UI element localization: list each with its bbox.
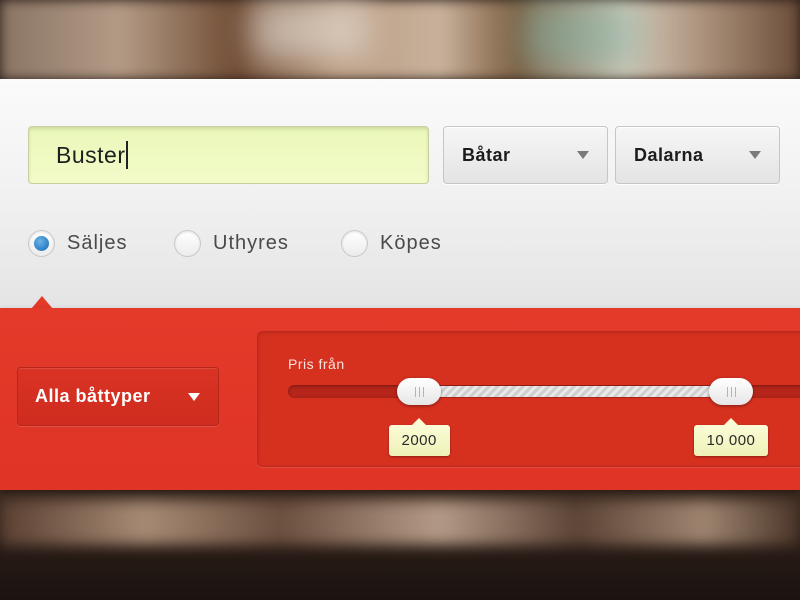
grip-line [730, 386, 732, 397]
radio-kopes[interactable]: Köpes [341, 229, 442, 257]
grip-line [422, 386, 424, 397]
grip-line [726, 386, 728, 397]
price-max-handle[interactable] [709, 378, 753, 405]
category-dropdown[interactable]: Båtar [443, 126, 608, 184]
radio-button-icon [341, 229, 368, 257]
grip-line [734, 386, 736, 397]
chevron-down-icon [577, 151, 589, 159]
grip-line [414, 386, 416, 397]
grip-line [418, 386, 420, 397]
radio-button-selected-icon [28, 229, 55, 257]
radio-saljes[interactable]: Säljes [28, 229, 127, 257]
price-min-value: 2000 [388, 418, 450, 456]
region-dropdown-value: Dalarna [634, 144, 704, 165]
price-range-label: Pris från [288, 356, 345, 372]
price-range-filter: Pris från 2000 10 000 [257, 331, 800, 467]
price-slider-range-fill [419, 386, 731, 397]
price-max-value: 10 000 [693, 418, 769, 456]
region-dropdown[interactable]: Dalarna [615, 126, 780, 184]
boat-type-label: Alla båttyper [35, 386, 151, 406]
category-dropdown-value: Båtar [462, 144, 511, 165]
search-query-text: Buster [56, 141, 126, 168]
boat-type-dropdown[interactable]: Alla båttyper [17, 367, 219, 426]
radio-label: Köpes [380, 231, 442, 254]
chevron-down-icon [188, 393, 200, 401]
text-caret [126, 141, 129, 169]
filter-bar: Alla båttyper Pris från 2000 10 000 [0, 308, 800, 490]
radio-label: Uthyres [213, 231, 289, 254]
radio-button-icon [174, 229, 201, 257]
search-panel: Buster Båtar Dalarna Säljes Uthyres Köpe… [0, 79, 800, 309]
chevron-down-icon [749, 151, 761, 159]
search-input[interactable]: Buster [28, 126, 429, 184]
price-min-handle[interactable] [397, 378, 441, 405]
radio-uthyres[interactable]: Uthyres [174, 229, 289, 257]
radio-label: Säljes [67, 231, 128, 254]
